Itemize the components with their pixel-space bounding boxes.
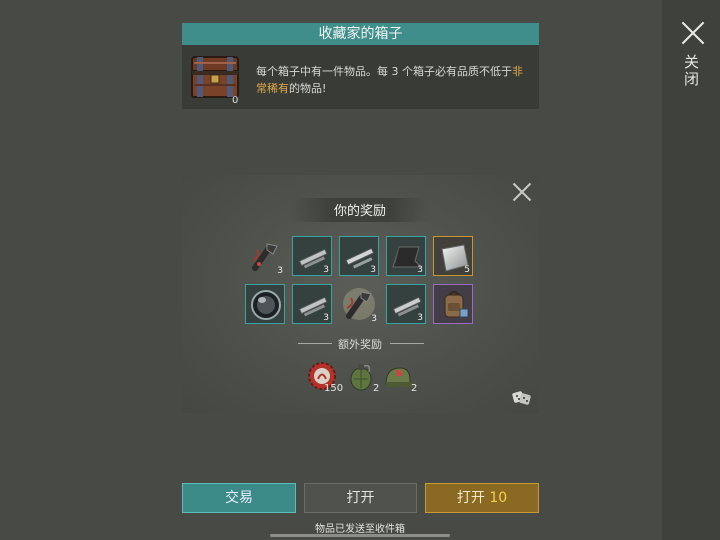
reward-slot[interactable]: 3 (292, 236, 332, 276)
dice-icon[interactable] (512, 387, 532, 407)
open-button[interactable]: 打开 (304, 483, 417, 513)
slot-qty: 3 (323, 265, 329, 275)
chest-desc-part1: 每个箱子中有一件物品。每 3 个箱子必有品质不低于 (256, 65, 512, 78)
home-indicator (270, 534, 450, 537)
lens-icon (251, 290, 281, 320)
reward-close-icon[interactable] (513, 183, 531, 201)
open-10-button[interactable]: 打开 10 (425, 483, 539, 513)
open-10-label: 打开 (456, 490, 485, 506)
slot-qty: 3 (277, 266, 283, 276)
reward-slot[interactable] (433, 284, 473, 324)
reward-slot[interactable]: 3 (339, 284, 379, 324)
chest-info-card: 收藏家的箱子 0 每个箱子中有一件物品。每 3 个箱子必有品质不低于非常稀有的物… (182, 23, 539, 109)
slot-qty: 3 (323, 313, 329, 323)
reward-slot[interactable]: 3 (292, 284, 332, 324)
trade-button[interactable]: 交易 (182, 483, 296, 513)
slot-qty: 3 (370, 265, 376, 275)
reward-slot[interactable]: 3 (339, 236, 379, 276)
reward-slot[interactable]: 3 (386, 284, 426, 324)
reward-title: 你的奖励 (333, 204, 386, 219)
bonus-qty: 2 (411, 383, 418, 394)
chest-count: 0 (232, 95, 239, 106)
open-10-count: 10 (489, 490, 508, 506)
footer-note: 物品已发送至收件箱 (315, 524, 405, 535)
bonus-qty: 150 (324, 383, 344, 394)
reward-slot[interactable]: 5 (433, 236, 473, 276)
chest-title: 收藏家的箱子 (182, 23, 539, 45)
slot-qty: 5 (464, 265, 470, 275)
backpack-icon (444, 291, 469, 318)
chest-desc-part2: 的物品! (289, 82, 327, 95)
reward-slot[interactable] (245, 284, 285, 324)
slot-qty: 3 (417, 313, 423, 323)
bonus-qty: 2 (373, 383, 380, 394)
helmet-icon (385, 367, 412, 387)
reward-slot[interactable]: 3 (245, 236, 285, 276)
slot-qty: 3 (371, 314, 377, 324)
chest-description: 每个箱子中有一件物品。每 3 个箱子必有品质不低于非常稀有的物品! (256, 63, 526, 97)
bonus-divider-right (390, 343, 424, 344)
reward-slot[interactable]: 3 (386, 236, 426, 276)
close-icon[interactable] (680, 20, 706, 46)
slot-qty: 3 (417, 265, 423, 275)
close-label[interactable]: 关闭 (682, 54, 702, 88)
bonus-label: 额外奖励 (338, 338, 382, 351)
